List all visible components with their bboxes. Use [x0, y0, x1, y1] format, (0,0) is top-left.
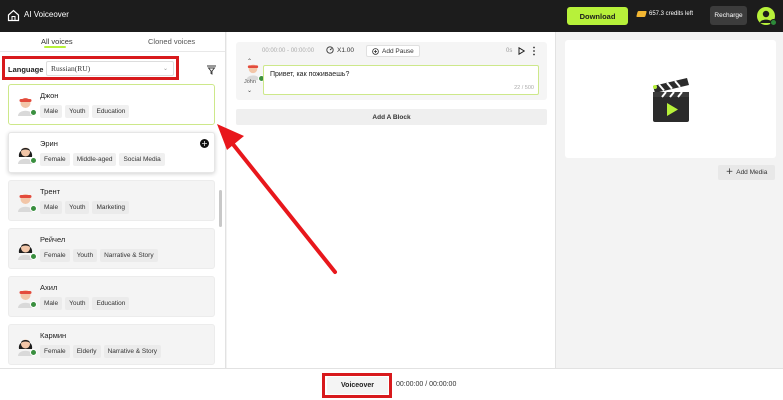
voice-tag: Male	[40, 201, 63, 214]
voice-tag: Marketing	[92, 201, 130, 214]
voice-tag: Middle-aged	[72, 153, 117, 166]
tab-all-voices[interactable]: All voices	[41, 37, 73, 46]
voice-tag: Narrative & Story	[103, 345, 162, 358]
voice-tags: Female Elderly Narrative & Story	[40, 345, 162, 358]
add-circle-icon	[372, 47, 379, 55]
character-count: 22 / 500	[514, 85, 534, 91]
app-title: AI Voiceover	[24, 10, 69, 19]
voice-tags: Female Youth Narrative & Story	[40, 249, 158, 262]
script-text-input[interactable]: Привет, как поживаешь? 22 / 500	[263, 65, 539, 95]
home-icon[interactable]	[7, 9, 20, 22]
media-panel: + Add Media	[557, 32, 783, 368]
voice-list-scrollbar[interactable]	[219, 190, 222, 227]
voice-card-akhil[interactable]: Ахил Male Youth Education	[8, 276, 215, 317]
play-icon[interactable]	[518, 47, 525, 55]
user-avatar[interactable]	[757, 7, 777, 26]
voice-tag: Youth	[65, 201, 90, 214]
voice-tag: Youth	[72, 249, 98, 262]
voice-tag: Youth	[65, 297, 90, 310]
avatar	[15, 287, 37, 308]
voice-tag: Male	[40, 297, 63, 310]
voice-library-panel: All voices Cloned voices Language Russia…	[0, 32, 226, 368]
download-button[interactable]: Download	[567, 7, 628, 25]
speed-gauge-icon	[326, 46, 334, 54]
script-block: ⌃ 00:00:00 - 00:00:00 X1.00 Add Pause 0s	[236, 42, 547, 100]
script-editor-panel: ⌃ 00:00:00 - 00:00:00 X1.00 Add Pause 0s	[227, 32, 556, 368]
add-voice-icon[interactable]: +	[200, 139, 209, 148]
voice-badge-icon	[30, 205, 37, 212]
voice-tags: Male Youth Education	[40, 297, 130, 310]
clapperboard-icon	[653, 78, 689, 122]
total-time: 00:00:00 / 00:00:00	[396, 381, 457, 388]
credits-icon	[636, 11, 647, 17]
voice-card-john[interactable]: Джон Male Youth Education	[8, 84, 215, 125]
tab-cloned-voices[interactable]: Cloned voices	[148, 37, 195, 46]
credits-text: 657.3 credits left	[649, 11, 694, 17]
block-time-range: 00:00:00 - 00:00:00	[262, 48, 315, 54]
avatar	[15, 143, 37, 164]
add-media-button[interactable]: + Add Media	[718, 165, 775, 180]
plus-icon: +	[725, 167, 734, 177]
add-pause-label: Add Pause	[382, 47, 414, 55]
voice-badge-icon	[30, 253, 37, 260]
voice-card-rachel[interactable]: Рейчел Female Youth Narrative & Story	[8, 228, 215, 269]
speed-value: X1.00	[337, 46, 354, 54]
voice-card-carmine[interactable]: Кармин Female Elderly Narrative & Story	[8, 324, 215, 365]
voice-tag: Education	[92, 297, 130, 310]
chevron-down-icon[interactable]: ⌄	[247, 87, 252, 94]
voice-badge-icon	[30, 349, 37, 356]
top-bar: AI Voiceover Download 657.3 credits left…	[0, 0, 783, 32]
speed-control[interactable]: X1.00	[326, 46, 354, 54]
voice-name: Эрин	[40, 139, 58, 148]
block-duration: 0s	[506, 48, 513, 54]
voice-badge-icon	[30, 109, 37, 116]
voice-tag: Youth	[65, 105, 90, 118]
tabs-divider	[0, 51, 225, 52]
language-highlight-box	[2, 56, 179, 80]
recharge-button[interactable]: Recharge	[710, 6, 747, 25]
more-vertical-icon[interactable]	[532, 46, 536, 56]
online-status-icon	[770, 19, 777, 26]
voice-tags: Male Youth Marketing	[40, 201, 130, 214]
voice-name: Кармин	[40, 331, 67, 340]
credits-indicator: 657.3 credits left	[636, 11, 694, 17]
avatar	[15, 335, 37, 356]
voice-badge-icon	[30, 301, 37, 308]
voice-tag: Female	[40, 345, 70, 358]
voice-name: Рейчел	[40, 235, 66, 244]
voice-tag: Narrative & Story	[100, 249, 158, 262]
avatar	[15, 95, 37, 116]
voice-tag: Male	[40, 105, 63, 118]
voice-tag: Social Media	[119, 153, 165, 166]
voice-name: Трент	[40, 187, 61, 196]
voice-tags: Male Youth Education	[40, 105, 130, 118]
script-text: Привет, как поживаешь?	[270, 71, 350, 78]
media-preview	[565, 40, 776, 158]
voice-tag: Female	[40, 153, 70, 166]
voice-card-erin[interactable]: Эрин + Female Middle-aged Social Media	[8, 132, 215, 173]
voiceover-highlight-box	[322, 373, 392, 398]
voice-name: Ахил	[40, 283, 58, 292]
active-tab-indicator	[44, 46, 66, 48]
voice-tags: Female Middle-aged Social Media	[40, 153, 165, 166]
voice-tag: Education	[92, 105, 130, 118]
add-block-button[interactable]: Add A Block	[236, 109, 547, 125]
bottom-bar: Voiceover 00:00:00 / 00:00:00	[0, 368, 783, 400]
voice-tag: Female	[40, 249, 70, 262]
block-voice-name: John	[244, 79, 256, 85]
avatar	[15, 191, 37, 212]
add-pause-button[interactable]: Add Pause	[366, 45, 420, 57]
voice-badge-icon	[30, 157, 37, 164]
avatar	[15, 239, 37, 260]
voice-name: Джон	[40, 91, 59, 100]
voice-tag: Elderly	[72, 345, 101, 358]
filter-icon[interactable]	[206, 64, 217, 75]
add-media-label: Add Media	[736, 169, 768, 176]
voice-card-trent[interactable]: Трент Male Youth Marketing	[8, 180, 215, 221]
